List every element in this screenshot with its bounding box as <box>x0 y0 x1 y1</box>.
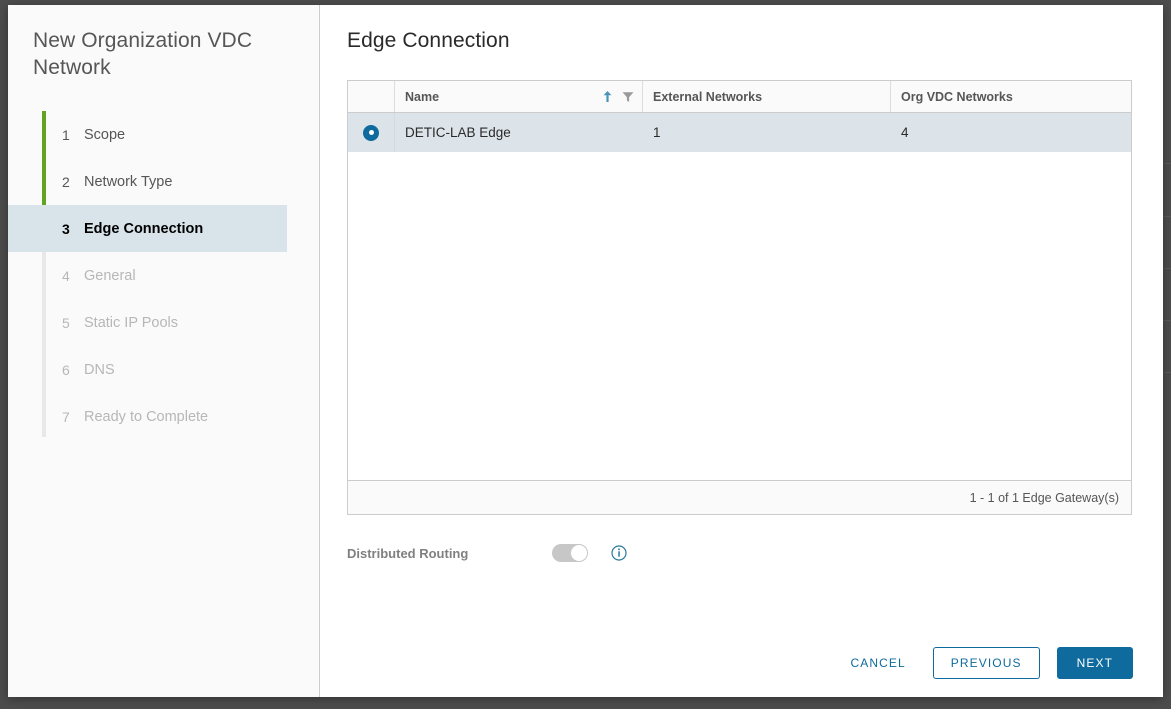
row-select-cell[interactable] <box>348 113 394 152</box>
edge-gateway-name: DETIC-LAB Edge <box>405 125 511 140</box>
datagrid-body: DETIC-LAB Edge 1 4 <box>348 113 1131 480</box>
wizard-modal: New Organization VDC Network 1 Scope 2 N… <box>8 5 1163 697</box>
sidebar-item-dns[interactable]: 6 DNS <box>8 346 319 393</box>
wizard-content-pane: Edge Connection Name External Networks O… <box>320 5 1163 697</box>
row-cell-org-vdc-networks: 4 <box>890 113 1131 152</box>
previous-button[interactable]: PREVIOUS <box>932 647 1040 679</box>
datagrid-header-row: Name External Networks Org VDC Networks <box>348 81 1131 113</box>
column-header-external-networks[interactable]: External Networks <box>642 81 890 112</box>
datagrid-footer: 1 - 1 of 1 Edge Gateway(s) <box>348 480 1131 514</box>
column-header-name-label: Name <box>405 89 440 104</box>
distributed-routing-label: Distributed Routing <box>347 545 469 561</box>
step-number: 1 <box>62 126 70 143</box>
column-header-name[interactable]: Name <box>394 81 642 112</box>
column-header-org-vdc-networks-label: Org VDC Networks <box>901 89 1013 104</box>
toggle-switch-off-icon[interactable] <box>552 544 588 562</box>
distributed-routing-row: Distributed Routing <box>347 540 1133 566</box>
step-label: Network Type <box>84 173 173 190</box>
column-header-select <box>348 81 394 112</box>
step-number: 2 <box>62 173 70 190</box>
external-networks-count: 1 <box>653 125 661 140</box>
step-number: 6 <box>62 361 70 378</box>
pagination-summary: 1 - 1 of 1 Edge Gateway(s) <box>969 490 1119 505</box>
column-header-org-vdc-networks[interactable]: Org VDC Networks <box>890 81 1131 112</box>
step-label: Ready to Complete <box>84 408 209 425</box>
step-label: Static IP Pools <box>84 314 179 331</box>
filter-funnel-icon[interactable] <box>622 91 634 103</box>
next-button[interactable]: NEXT <box>1056 647 1133 679</box>
step-number: 4 <box>62 267 70 284</box>
step-label: Scope <box>84 126 126 143</box>
wizard-navigation: New Organization VDC Network 1 Scope 2 N… <box>8 5 320 697</box>
table-row[interactable]: DETIC-LAB Edge 1 4 <box>348 113 1131 152</box>
edge-gateway-datagrid: Name External Networks Org VDC Networks … <box>347 80 1132 515</box>
step-label: DNS <box>84 361 115 378</box>
wizard-title: New Organization VDC Network <box>33 29 253 79</box>
wizard-step-list: 1 Scope 2 Network Type 3 Edge Connection… <box>8 111 319 440</box>
step-label: General <box>84 267 136 284</box>
sidebar-item-static-ip-pools[interactable]: 5 Static IP Pools <box>8 299 319 346</box>
column-header-external-networks-label: External Networks <box>653 89 763 104</box>
info-circle-icon[interactable] <box>611 545 627 561</box>
wizard-footer-actions: CANCEL PREVIOUS NEXT <box>835 647 1133 679</box>
step-number: 7 <box>62 408 70 425</box>
step-number: 5 <box>62 314 70 331</box>
sidebar-item-scope[interactable]: 1 Scope <box>8 111 319 158</box>
sidebar-item-edge-connection[interactable]: 3 Edge Connection <box>8 205 287 252</box>
sidebar-item-network-type[interactable]: 2 Network Type <box>8 158 319 205</box>
sort-arrow-up-icon[interactable] <box>602 90 613 103</box>
sidebar-item-general[interactable]: 4 General <box>8 252 319 299</box>
page-title: Edge Connection <box>347 29 510 52</box>
row-cell-name: DETIC-LAB Edge <box>394 113 642 152</box>
step-label: Edge Connection <box>84 220 204 237</box>
radio-selected-icon[interactable] <box>363 124 379 141</box>
step-number: 3 <box>62 220 70 237</box>
cancel-button[interactable]: CANCEL <box>835 647 920 679</box>
sidebar-item-ready-to-complete[interactable]: 7 Ready to Complete <box>8 393 319 440</box>
org-vdc-networks-count: 4 <box>901 125 909 140</box>
row-cell-external-networks: 1 <box>642 113 890 152</box>
